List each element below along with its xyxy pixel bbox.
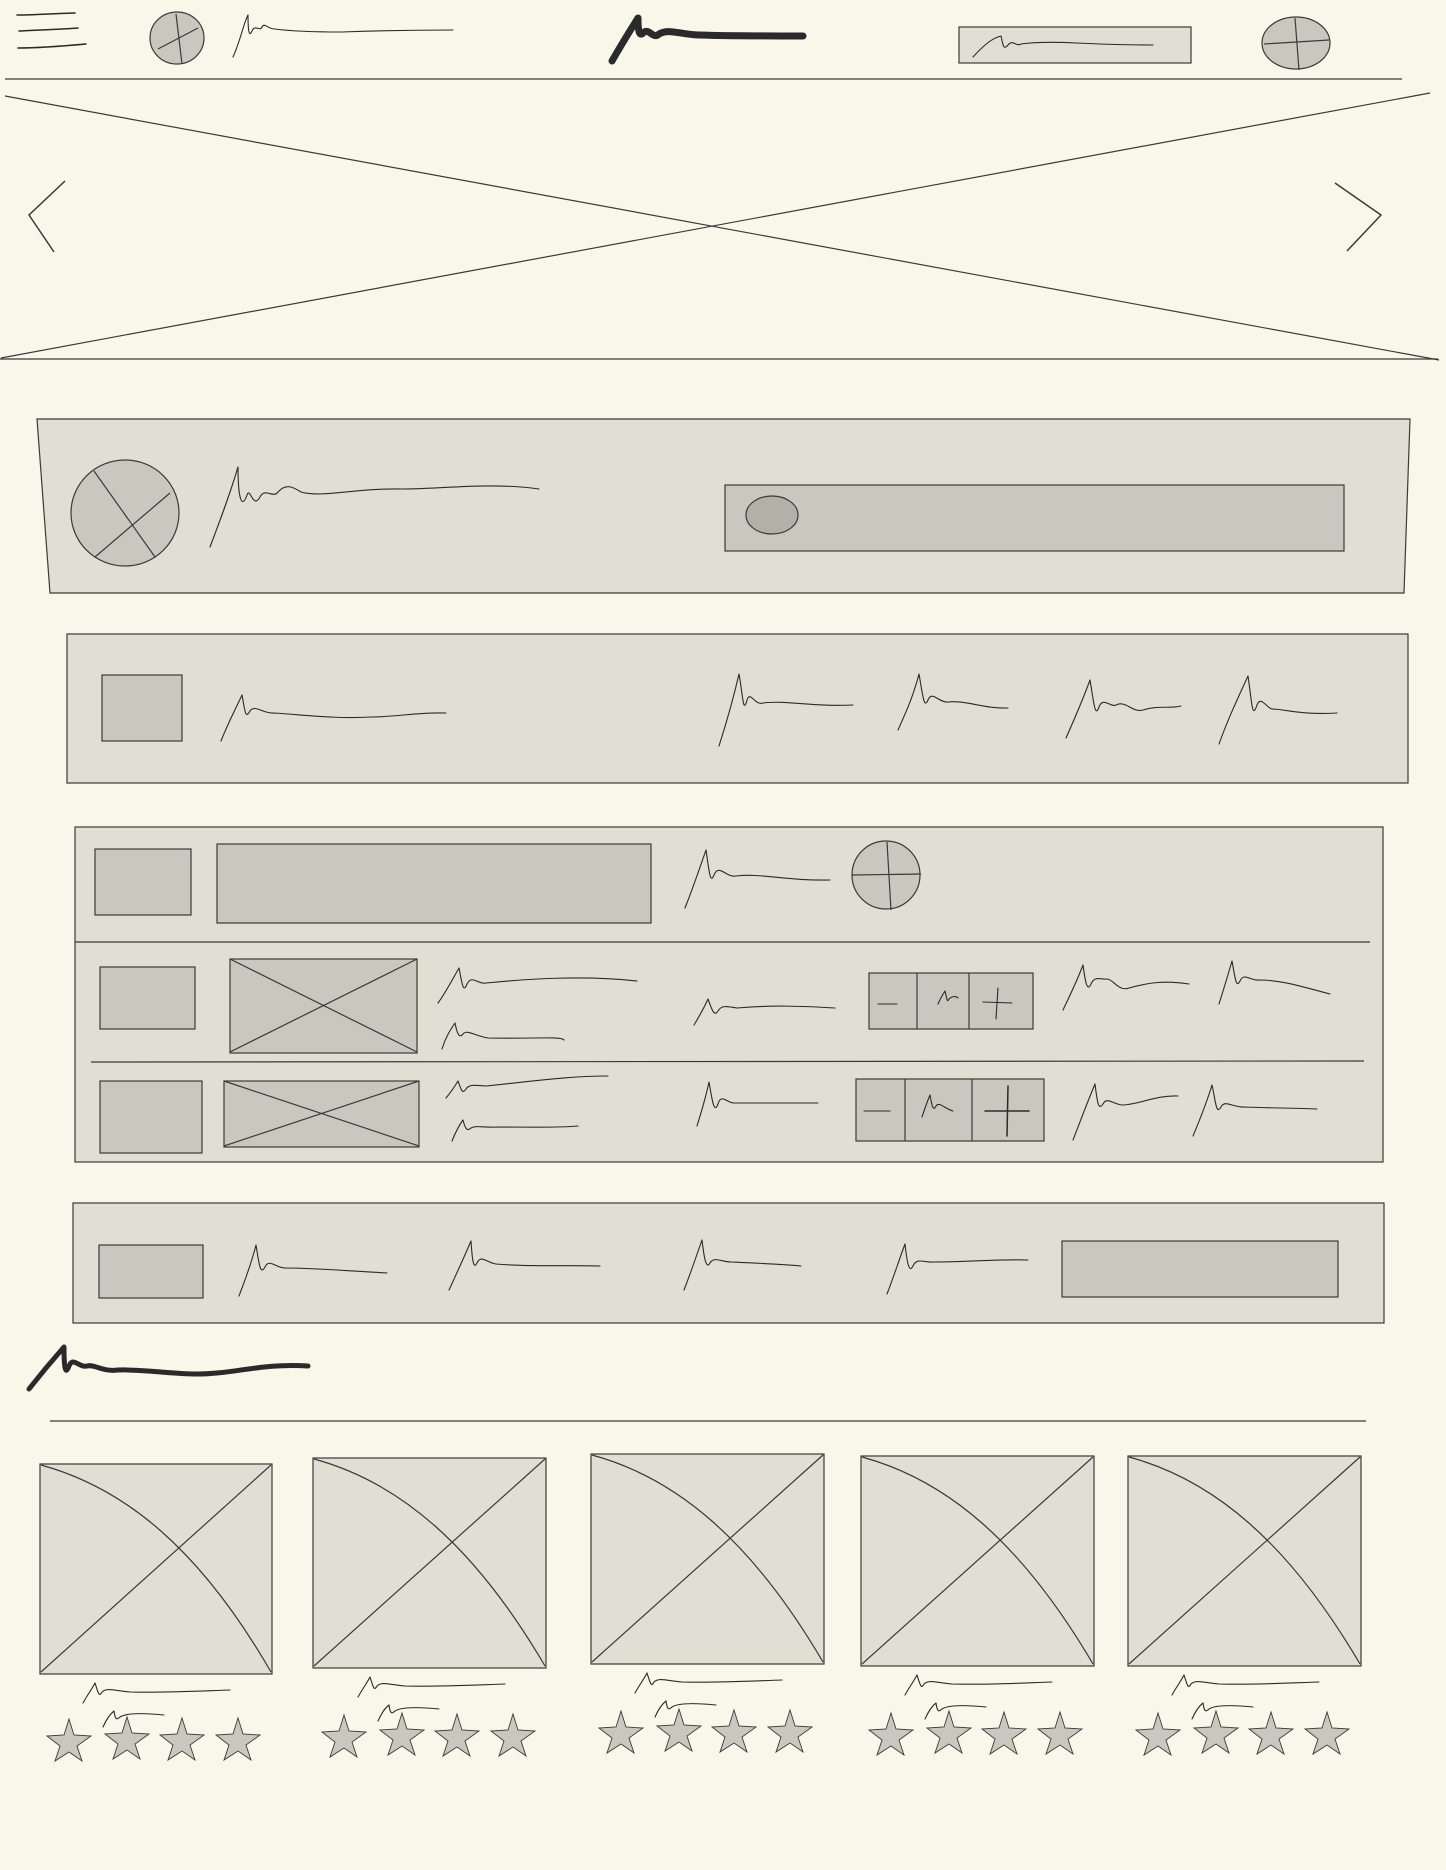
recommendations-heading-scribble: [26, 1344, 311, 1392]
checkout-total-scribble: [886, 1243, 1029, 1295]
checkout-select-all-scribble: [238, 1244, 388, 1297]
chevron-left-icon[interactable]: [22, 178, 72, 256]
checkout-count-scribble: [683, 1239, 802, 1291]
product-card-image[interactable]: [39, 1463, 274, 1675]
order-summary-title-scribble: [220, 694, 447, 742]
search-box[interactable]: [958, 26, 1193, 65]
product-card-image[interactable]: [860, 1455, 1096, 1667]
hamburger-menu-icon[interactable]: [15, 8, 90, 58]
cart-placeholder-icon[interactable]: [1261, 16, 1333, 72]
table-row-quantity-stepper[interactable]: [868, 972, 1034, 1031]
star-rating: [597, 1707, 814, 1755]
table-row-remove-scribble[interactable]: [1190, 1080, 1320, 1138]
cart-header-label-scribble: [684, 849, 831, 909]
table-row-subtotal-scribble: [1062, 964, 1190, 1011]
profile-name-text-scribble: [209, 466, 540, 548]
profile-avatar-icon[interactable]: [70, 458, 182, 569]
order-summary-meta-4: [1218, 675, 1338, 745]
profile-search-input[interactable]: [724, 484, 1346, 552]
chevron-right-icon[interactable]: [1331, 180, 1391, 258]
table-row-checkbox[interactable]: [99, 1080, 203, 1154]
avatar-placeholder-icon[interactable]: [148, 10, 206, 68]
hero-banner-image-placeholder: [0, 92, 1440, 361]
checkout-bar-checkbox[interactable]: [98, 1244, 204, 1299]
order-summary-meta-3: [1065, 679, 1182, 739]
star-rating: [320, 1711, 537, 1759]
site-logo[interactable]: [605, 8, 810, 66]
star-rating: [1134, 1709, 1351, 1757]
table-row-remove-scribble[interactable]: [1216, 958, 1332, 1006]
product-card-image[interactable]: [312, 1457, 548, 1669]
order-summary-meta-2: [897, 673, 1009, 731]
cart-add-button-icon[interactable]: [851, 840, 923, 912]
page-root: [0, 0, 1446, 1870]
table-row-product-name-scribble: [437, 967, 638, 1050]
order-summary-thumbnail[interactable]: [101, 674, 183, 742]
recommendations-divider: [50, 1420, 1366, 1422]
header-divider: [5, 78, 1402, 80]
product-card-image[interactable]: [1127, 1455, 1363, 1667]
search-icon: [745, 495, 799, 535]
product-card-image[interactable]: [590, 1453, 826, 1665]
table-row-product-name-scribble: [445, 1075, 609, 1142]
cart-coupon-input[interactable]: [216, 843, 653, 924]
star-rating: [867, 1709, 1084, 1757]
checkout-delete-scribble[interactable]: [446, 1238, 602, 1292]
table-row-product-image: [223, 1080, 420, 1148]
table-row-product-image: [229, 958, 418, 1054]
cart-header-checkbox[interactable]: [94, 848, 192, 916]
checkout-button[interactable]: [1061, 1240, 1339, 1298]
table-row-quantity-stepper[interactable]: [855, 1078, 1045, 1142]
table-row-checkbox[interactable]: [99, 966, 196, 1030]
table-row-price-scribble: [696, 1081, 819, 1127]
header-welcome-text-scribble: [232, 14, 454, 58]
table-row-subtotal-scribble: [1072, 1083, 1179, 1141]
star-rating: [45, 1715, 262, 1763]
table-row-price-scribble: [693, 998, 836, 1026]
order-summary-meta-1: [718, 673, 854, 747]
